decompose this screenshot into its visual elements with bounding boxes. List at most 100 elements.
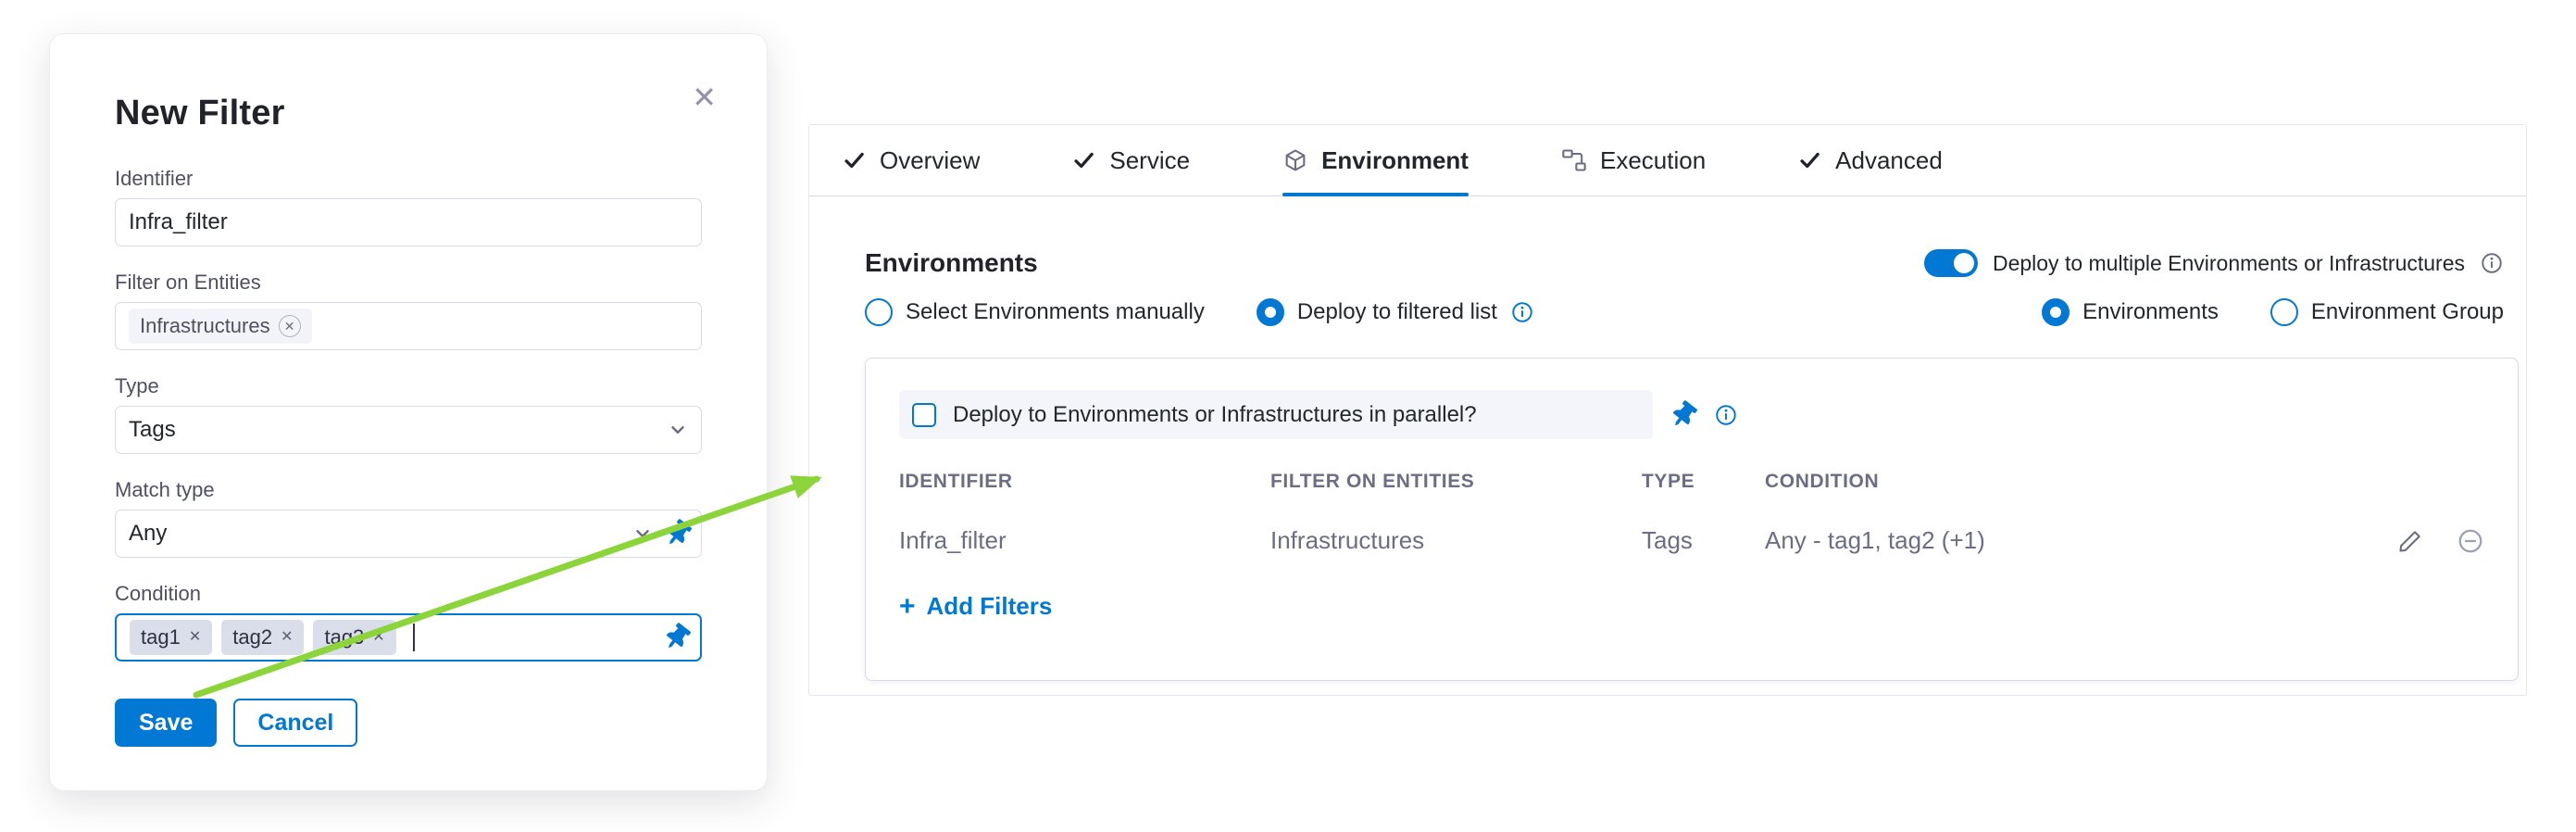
plus-icon: + [899, 593, 916, 621]
radio-circle-checked[interactable] [2042, 298, 2070, 326]
entity-chip: Infrastructures ✕ [129, 309, 312, 344]
parallel-checkbox-row[interactable]: Deploy to Environments or Infrastructure… [899, 390, 1653, 439]
parallel-checkbox-label: Deploy to Environments or Infrastructure… [953, 402, 1477, 428]
entities-label: Filter on Entities [115, 271, 702, 295]
radio-environments[interactable]: Environments [2042, 298, 2219, 326]
tab-service[interactable]: Service [1072, 125, 1190, 195]
check-icon [1072, 148, 1096, 172]
tab-label: Service [1109, 146, 1190, 175]
type-value: Tags [129, 417, 176, 443]
filters-table-header: IDENTIFIER FILTER ON ENTITIES TYPE CONDI… [899, 471, 2484, 493]
save-button[interactable]: Save [115, 699, 217, 747]
check-icon [843, 148, 867, 172]
radio-environment-group[interactable]: Environment Group [2270, 298, 2504, 326]
modal-actions: Save Cancel [115, 699, 702, 747]
tab-label: Overview [880, 146, 980, 175]
identifier-input[interactable]: Infra_filter [115, 198, 702, 246]
tab-label: Environment [1321, 146, 1469, 175]
entities-input[interactable]: Infrastructures ✕ [115, 302, 702, 350]
add-filters-label: Add Filters [927, 592, 1053, 621]
environments-heading: Environments [865, 248, 1038, 278]
env-scope-radios: Environments Environment Group [2042, 298, 2504, 326]
pin-icon[interactable] [661, 621, 694, 654]
cell-type: Tags [1642, 526, 1765, 555]
info-icon[interactable] [1714, 403, 1738, 427]
environment-icon [1282, 147, 1308, 173]
radio-select-environments-manually[interactable]: Select Environments manually [865, 298, 1205, 326]
col-filter-on-entities: FILTER ON ENTITIES [1270, 471, 1642, 493]
close-icon[interactable]: ✕ [692, 82, 717, 112]
radio-circle[interactable] [2270, 298, 2298, 326]
environment-stage-panel: Overview Service Environment Execution A… [808, 124, 2527, 696]
type-group: Type Tags [115, 374, 702, 454]
edit-icon[interactable] [2397, 528, 2423, 554]
tab-environment[interactable]: Environment [1282, 125, 1469, 195]
remove-chip-icon[interactable]: ✕ [279, 315, 301, 337]
type-select[interactable]: Tags [115, 406, 702, 454]
multi-env-toggle-label: Deploy to multiple Environments or Infra… [1993, 251, 2465, 276]
col-condition: CONDITION [1765, 471, 2355, 493]
chevron-down-icon [632, 523, 653, 544]
pin-icon[interactable] [1668, 398, 1700, 432]
condition-tag-chip: tag1 ✕ [130, 620, 212, 655]
identifier-group: Identifier Infra_filter [115, 167, 702, 246]
tab-overview[interactable]: Overview [843, 125, 980, 195]
tab-advanced[interactable]: Advanced [1798, 125, 1943, 195]
col-identifier: IDENTIFIER [899, 471, 1270, 493]
pin-icon[interactable] [662, 517, 694, 550]
match-type-value: Any [129, 521, 167, 547]
radio-label: Environments [2082, 299, 2219, 325]
remove-tag-icon[interactable]: ✕ [189, 630, 201, 645]
entities-group: Filter on Entities Infrastructures ✕ [115, 271, 702, 350]
radio-circle[interactable] [865, 298, 893, 326]
tag-label: tag2 [232, 625, 272, 649]
multi-env-toggle-row: Deploy to multiple Environments or Infra… [1924, 249, 2504, 277]
entity-chip-label: Infrastructures [140, 314, 270, 338]
condition-tag-chip: tag3 ✕ [313, 620, 395, 655]
identifier-label: Identifier [115, 167, 702, 191]
add-filters-button[interactable]: + Add Filters [899, 592, 2484, 621]
radio-label: Environment Group [2311, 299, 2504, 325]
check-icon [1798, 148, 1822, 172]
tab-label: Execution [1600, 146, 1706, 175]
parallel-checkbox[interactable] [912, 403, 936, 427]
remove-tag-icon[interactable]: ✕ [281, 630, 293, 645]
match-type-group: Match type Any [115, 478, 702, 558]
tag-label: tag1 [141, 625, 181, 649]
radio-label: Select Environments manually [906, 299, 1205, 325]
execution-icon [1561, 147, 1587, 173]
cell-identifier: Infra_filter [899, 526, 1270, 555]
text-caret [413, 624, 415, 651]
multi-env-toggle[interactable] [1924, 249, 1978, 277]
toggle-knob [1954, 253, 1974, 273]
cell-filter-on-entities: Infrastructures [1270, 526, 1642, 555]
identifier-value: Infra_filter [129, 209, 228, 235]
cancel-button[interactable]: Cancel [233, 699, 357, 747]
new-filter-modal: New Filter ✕ Identifier Infra_filter Fil… [49, 33, 768, 791]
match-type-select[interactable]: Any [115, 510, 702, 558]
radio-circle-checked[interactable] [1257, 298, 1284, 326]
match-type-label: Match type [115, 478, 702, 502]
cell-condition: Any - tag1, tag2 (+1) [1765, 526, 2355, 555]
info-icon[interactable] [1510, 300, 1534, 324]
info-icon[interactable] [2480, 251, 2504, 275]
radio-deploy-to-filtered-list[interactable]: Deploy to filtered list [1257, 298, 1534, 326]
condition-label: Condition [115, 582, 702, 606]
col-type: TYPE [1642, 471, 1765, 493]
radio-label: Deploy to filtered list [1297, 299, 1497, 325]
tab-execution[interactable]: Execution [1561, 125, 1706, 195]
deploy-mode-radios: Select Environments manually Deploy to f… [865, 298, 1534, 326]
tab-label: Advanced [1835, 146, 1943, 175]
condition-tag-chip: tag2 ✕ [221, 620, 304, 655]
remove-tag-icon[interactable]: ✕ [372, 630, 384, 645]
stage-tabs: Overview Service Environment Execution A… [809, 125, 2526, 196]
filters-card: Deploy to Environments or Infrastructure… [865, 358, 2519, 681]
chevron-down-icon [668, 420, 688, 440]
table-row: Infra_filter Infrastructures Tags Any - … [899, 526, 2484, 555]
type-label: Type [115, 374, 702, 398]
modal-title: New Filter [115, 94, 702, 133]
environment-tab-content: Environments Deploy to multiple Environm… [809, 196, 2526, 681]
condition-input[interactable]: tag1 ✕ tag2 ✕ tag3 ✕ [115, 613, 702, 662]
remove-row-icon[interactable] [2457, 527, 2484, 555]
condition-group: Condition tag1 ✕ tag2 ✕ tag3 ✕ [115, 582, 702, 662]
